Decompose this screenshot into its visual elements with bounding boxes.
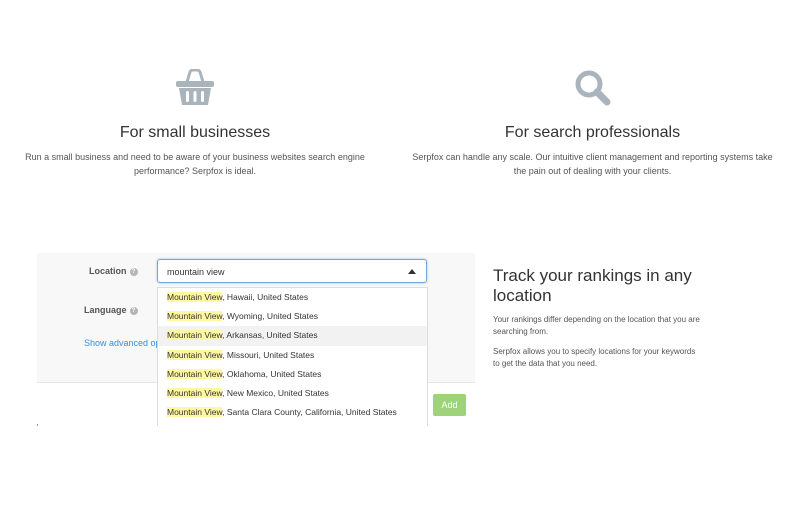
suggestion-item[interactable]: Mountain View, Arkansas, United States	[158, 326, 427, 346]
suggestion-item[interactable]: Mountain View, Hawaii, United States	[158, 288, 427, 307]
location-input-value: mountain view	[167, 267, 225, 277]
feature-description: Run a small business and need to be awar…	[25, 152, 365, 176]
search-icon	[400, 66, 785, 110]
suggestion-item[interactable]: Mountain View, Wyoming, United States	[158, 307, 427, 326]
feature-title: For small businesses	[119, 124, 271, 141]
suggestion-item[interactable]: Mountain View, Missouri, United States	[158, 346, 427, 365]
feature-small-businesses: For small businesses Run a small busines…	[0, 66, 390, 178]
divider	[37, 424, 38, 426]
language-label: Language?	[84, 305, 138, 315]
feature-title: For search professionals	[504, 124, 681, 141]
suggestion-item[interactable]: Mountain View, Oklahoma, United States	[158, 365, 427, 384]
caret-up-icon[interactable]	[408, 269, 416, 274]
help-icon[interactable]: ?	[129, 307, 138, 315]
feature-description: Serpfox can handle any scale. Our intuit…	[412, 152, 773, 176]
feature-search-professionals: For search professionals Serpfox can han…	[400, 66, 785, 178]
track-paragraph: Your rankings differ depending on the lo…	[493, 315, 700, 336]
track-title: Track your rankings in any location	[493, 266, 692, 305]
suggestion-item[interactable]: Mountain View, Santa Clara County, Calif…	[158, 403, 427, 422]
basket-icon	[0, 66, 390, 110]
track-rankings-section: Track your rankings in any location Your…	[493, 266, 703, 370]
suggestion-item[interactable]: Mountain View, New Mexico, United States	[158, 384, 427, 403]
location-input[interactable]: mountain view	[157, 259, 427, 283]
add-button[interactable]: Add	[433, 394, 466, 416]
location-label: Location?	[89, 266, 138, 276]
show-advanced-options-link[interactable]: Show advanced options	[84, 338, 157, 348]
help-icon[interactable]: ?	[129, 268, 138, 276]
track-paragraph: Serpfox allows you to specify locations …	[493, 347, 696, 368]
location-suggestions: Mountain View, Hawaii, United States Mou…	[157, 287, 428, 426]
